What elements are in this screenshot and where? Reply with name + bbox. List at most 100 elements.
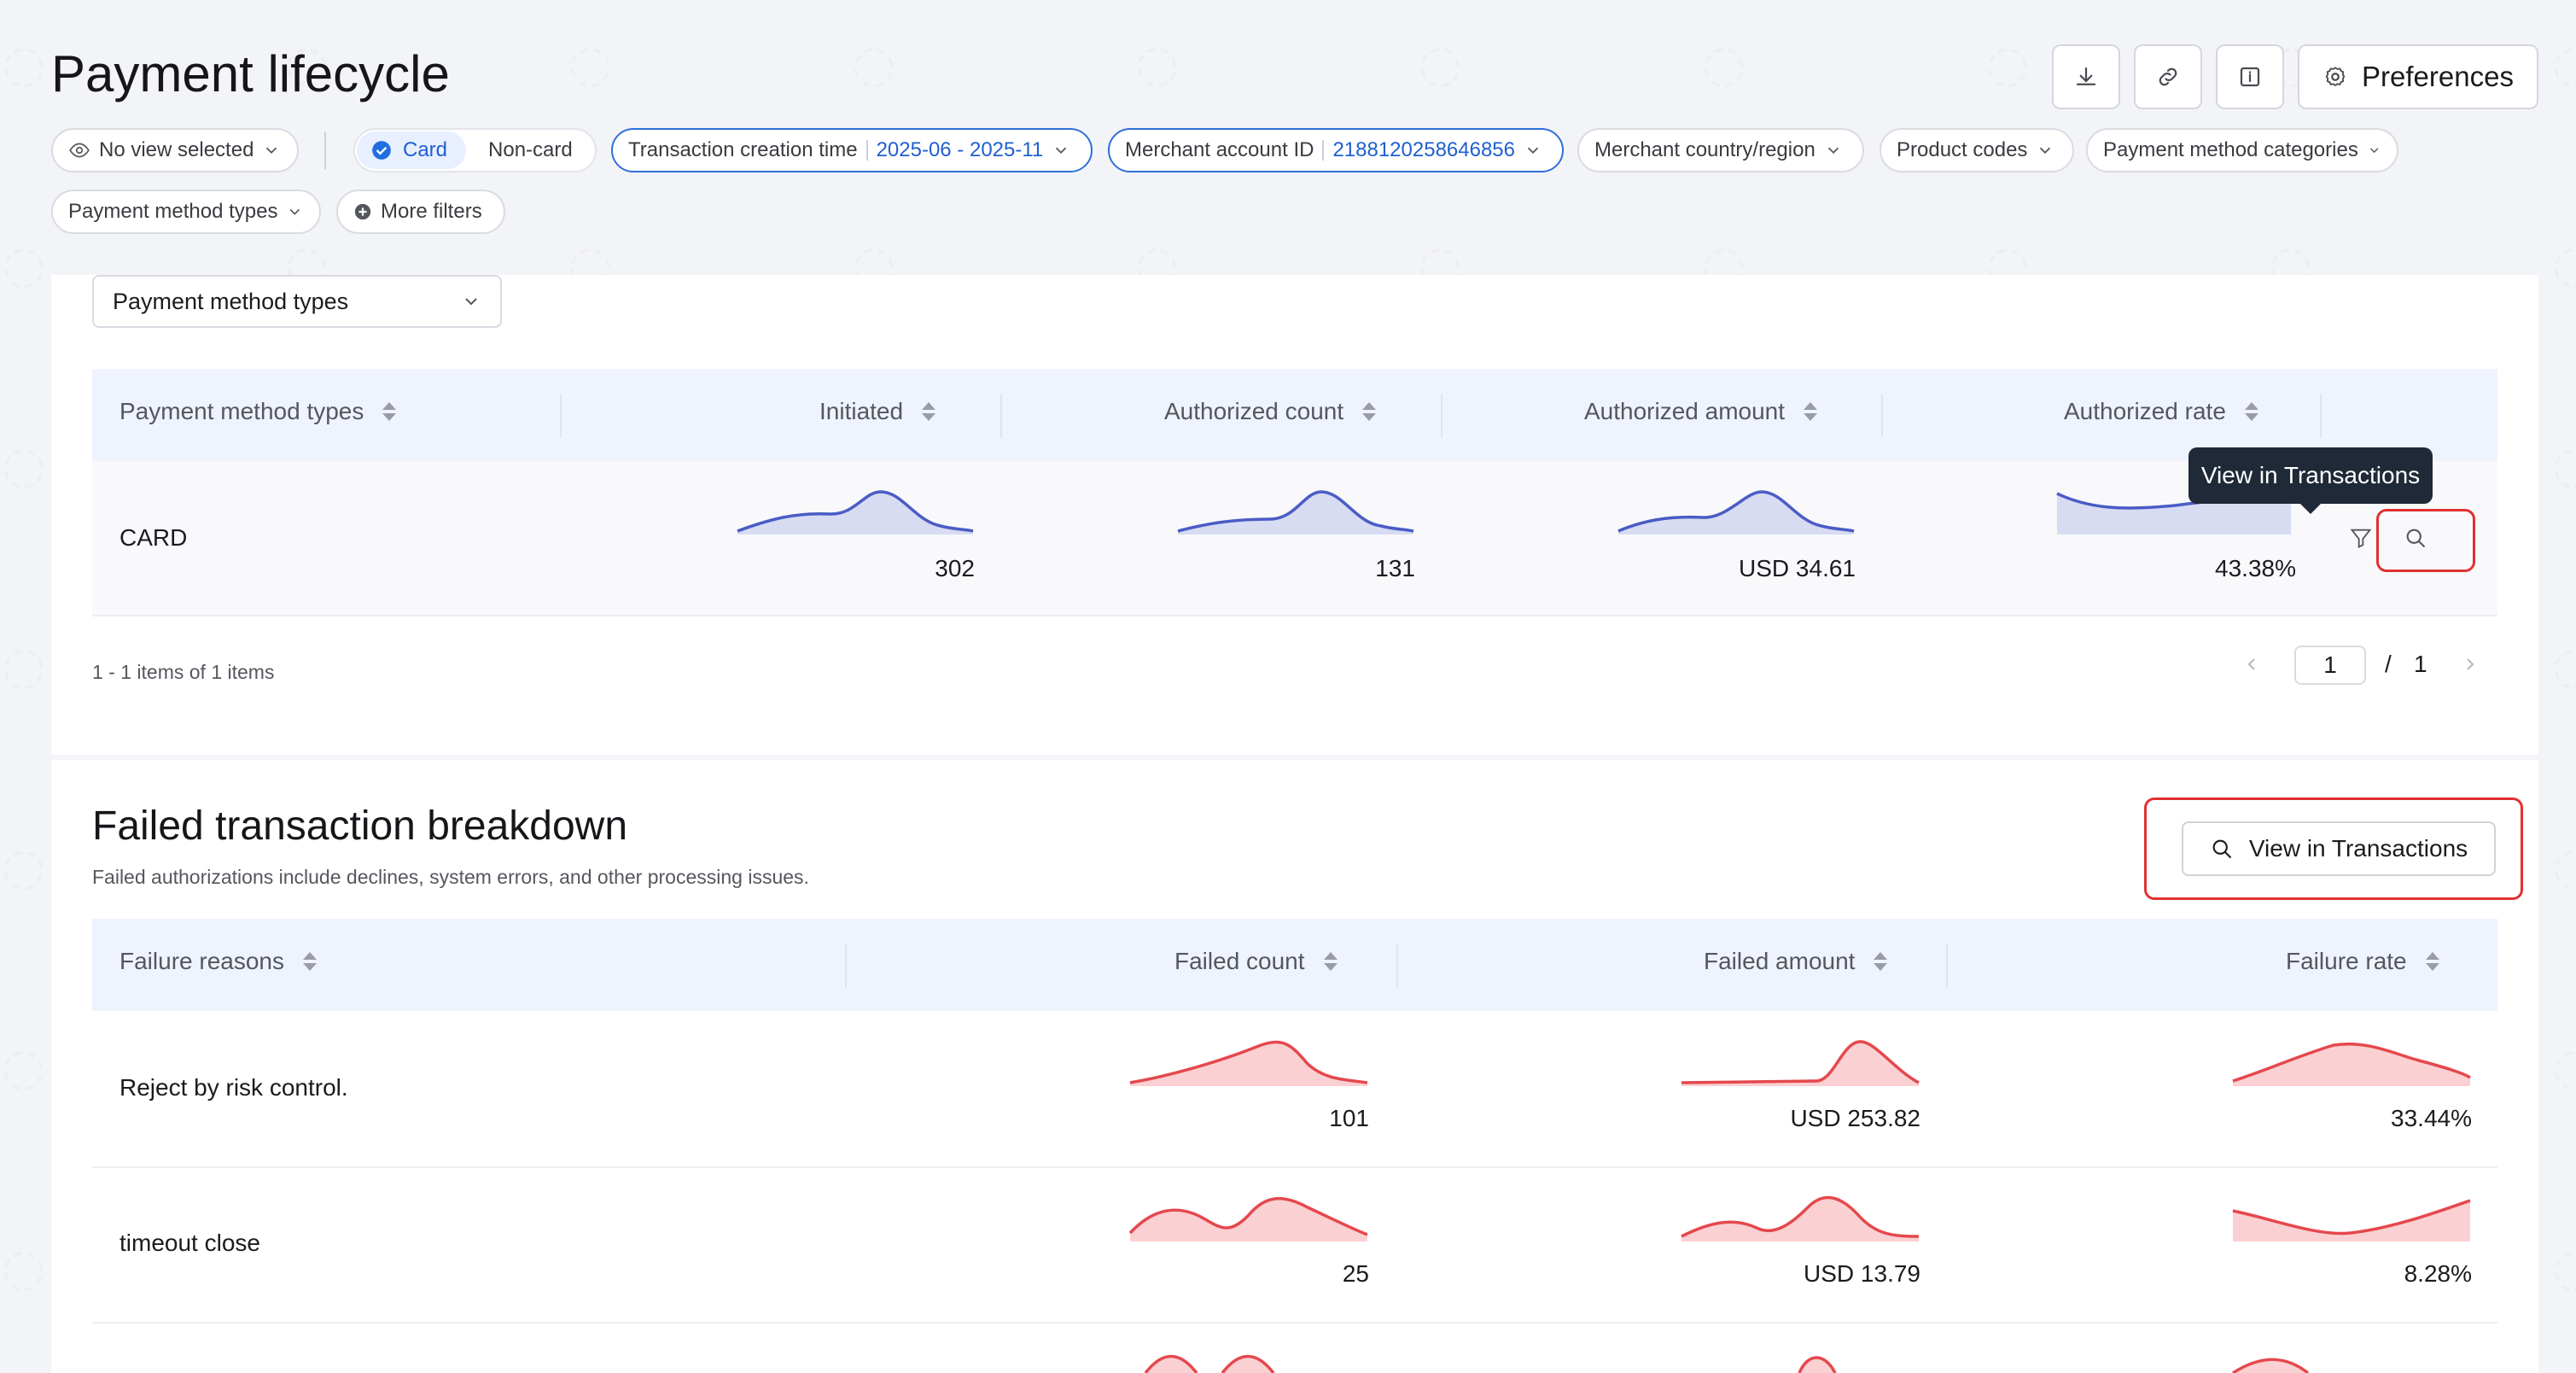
th-failed-count[interactable]: Failed count — [1174, 948, 1338, 975]
failure-rate-sparkline — [2232, 1042, 2471, 1086]
pill-separator — [1322, 140, 1325, 161]
th-label: Failure reasons — [119, 948, 284, 974]
row-divider — [92, 1322, 2497, 1323]
merchant-account-value: 2188120258646856 — [1332, 138, 1515, 161]
th-initiated[interactable]: Initiated — [819, 398, 936, 425]
segment-non-card[interactable]: Non-card — [466, 138, 595, 162]
watermark: ◌ — [2542, 831, 2576, 903]
th-authorized-count[interactable]: Authorized count — [1164, 398, 1377, 425]
failed-amount-sparkline — [1681, 1195, 1920, 1242]
failure-reason: timeout close — [119, 1230, 260, 1256]
sort-icon[interactable] — [922, 402, 936, 421]
th-failure-rate[interactable]: Failure rate — [2286, 948, 2439, 975]
preferences-label: Preferences — [2362, 61, 2514, 92]
sort-icon[interactable] — [1804, 402, 1818, 421]
sort-icon[interactable] — [2425, 952, 2439, 971]
watermark: ◌ — [2542, 1232, 2576, 1304]
product-codes-filter[interactable]: Product codes — [1880, 128, 2074, 172]
watermark: ◌ — [1692, 28, 1753, 100]
watermark: ◌ — [1975, 28, 2037, 100]
download-button[interactable] — [2052, 44, 2120, 109]
copy-link-button[interactable] — [2134, 44, 2202, 109]
chevron-left-icon[interactable] — [2241, 654, 2262, 675]
chevron-down-icon — [289, 208, 300, 215]
watermark: ◌ — [0, 229, 53, 301]
sort-icon[interactable] — [302, 952, 317, 971]
sort-icon[interactable] — [2244, 402, 2258, 421]
sort-icon[interactable] — [1874, 952, 1888, 971]
column-divider — [1396, 944, 1398, 987]
failed-count-sparkline — [1144, 1354, 1275, 1373]
chevron-down-icon — [2040, 147, 2051, 155]
th-label: Initiated — [819, 398, 904, 424]
chevron-right-icon[interactable] — [2460, 654, 2480, 675]
watermark: ◌ — [842, 28, 903, 100]
view-select-label: No view selected — [99, 138, 254, 161]
authorized-count-value: 131 — [1375, 555, 1415, 581]
initiated-value: 302 — [935, 555, 975, 581]
table-row — [92, 461, 2497, 615]
column-divider — [2320, 394, 2322, 437]
failed-breakdown-subtitle: Failed authorizations include declines, … — [92, 866, 809, 888]
th-authorized-amount[interactable]: Authorized amount — [1584, 398, 1818, 425]
sort-icon[interactable] — [382, 402, 397, 421]
download-icon — [2076, 67, 2096, 85]
th-failed-amount[interactable]: Failed amount — [1704, 948, 1888, 975]
chevron-down-icon — [266, 147, 277, 155]
transaction-time-filter[interactable]: Transaction creation time 2025-06 - 2025… — [611, 128, 1093, 172]
watermark: ◌ — [1125, 28, 1186, 100]
watermark: ◌ — [0, 1232, 53, 1304]
watermark: ◌ — [2542, 1031, 2576, 1103]
failed-amount-sparkline — [1798, 1356, 1837, 1373]
authorized-rate-value: 43.38% — [2215, 555, 2296, 581]
sort-icon[interactable] — [1362, 402, 1377, 421]
th-payment-method-types[interactable]: Payment method types — [119, 398, 397, 425]
column-divider — [1946, 944, 1948, 987]
failure-rate-sparkline — [2232, 1358, 2310, 1373]
page-input[interactable]: 1 — [2294, 646, 2366, 685]
column-divider — [845, 944, 847, 987]
filter-icon[interactable] — [2349, 526, 2373, 550]
card-segment-control[interactable]: Card Non-card — [353, 128, 597, 172]
chevron-down-icon — [1827, 147, 1839, 155]
payment-method-categories-filter[interactable]: Payment method categories — [2086, 128, 2398, 172]
authorized-amount-value: USD 34.61 — [1739, 555, 1856, 581]
total-pages: 1 — [2414, 651, 2427, 677]
th-authorized-rate[interactable]: Authorized rate — [2064, 398, 2258, 425]
sort-icon[interactable] — [1323, 952, 1338, 971]
watermark: ◌ — [2542, 429, 2576, 501]
merchant-account-filter[interactable]: Merchant account ID 2188120258646856 — [1108, 128, 1564, 172]
plus-circle-icon — [354, 203, 371, 220]
pm-name: CARD — [119, 524, 188, 551]
watermark: ◌ — [0, 429, 53, 501]
failure-rate-sparkline — [2232, 1199, 2471, 1242]
th-label: Authorized count — [1164, 398, 1344, 424]
segment-card[interactable]: Card — [357, 131, 467, 169]
th-label: Payment method types — [119, 398, 364, 424]
th-failure-reasons[interactable]: Failure reasons — [119, 948, 317, 975]
column-divider — [1441, 394, 1442, 437]
payment-method-types-filter[interactable]: Payment method types — [51, 190, 321, 234]
authorized-count-sparkline — [1177, 490, 1414, 535]
page-title: Payment lifecycle — [51, 45, 450, 102]
view-select[interactable]: No view selected — [51, 128, 299, 172]
watermark: ◌ — [0, 1031, 53, 1103]
column-divider — [1881, 394, 1883, 437]
row-divider — [92, 615, 2497, 616]
failed-count-sparkline — [1128, 1196, 1368, 1242]
th-label: Failure rate — [2286, 948, 2407, 974]
dimension-select[interactable]: Payment method types — [92, 275, 502, 328]
watermark: ◌ — [0, 831, 53, 903]
preferences-button[interactable]: Preferences — [2298, 44, 2538, 109]
page-separator: / — [2385, 651, 2392, 677]
chevron-down-icon — [465, 298, 477, 306]
merchant-country-filter[interactable]: Merchant country/region — [1577, 128, 1864, 172]
failed-amount-sparkline — [1681, 1040, 1920, 1086]
payment-method-categories-label: Payment method categories — [2103, 138, 2358, 161]
info-button[interactable] — [2216, 44, 2284, 109]
segment-card-label: Card — [403, 138, 448, 161]
more-filters-button[interactable]: More filters — [336, 190, 505, 234]
th-label: Authorized amount — [1584, 398, 1786, 424]
info-icon — [2240, 67, 2260, 87]
failed-amount-value: USD 13.79 — [1804, 1260, 1920, 1287]
